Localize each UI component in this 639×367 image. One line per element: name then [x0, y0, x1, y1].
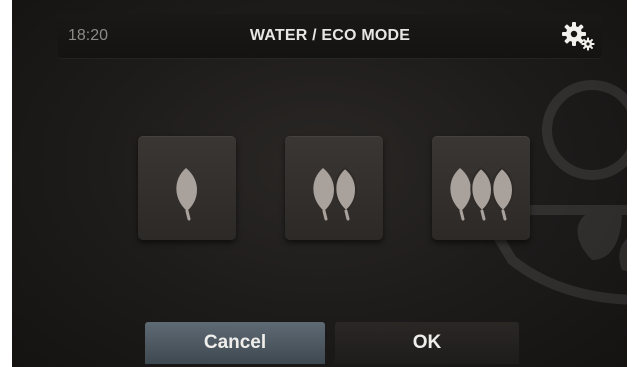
leaf-icon: [313, 166, 357, 221]
eco-level-1-button[interactable]: [138, 136, 236, 240]
leaf-icon: [450, 166, 514, 221]
ok-button[interactable]: OK: [335, 322, 519, 364]
eco-level-3-button[interactable]: [432, 136, 530, 240]
cancel-button[interactable]: Cancel: [145, 322, 325, 364]
eco-level-2-button[interactable]: [285, 136, 383, 240]
leaf-icon: [174, 166, 199, 221]
appliance-screen: 18:20 WATER / ECO MODE Cancel OK: [12, 0, 627, 367]
status-bar: 18:20 WATER / ECO MODE: [58, 14, 602, 58]
gear-icon[interactable]: [560, 20, 596, 52]
page-title: WATER / ECO MODE: [249, 27, 411, 44]
